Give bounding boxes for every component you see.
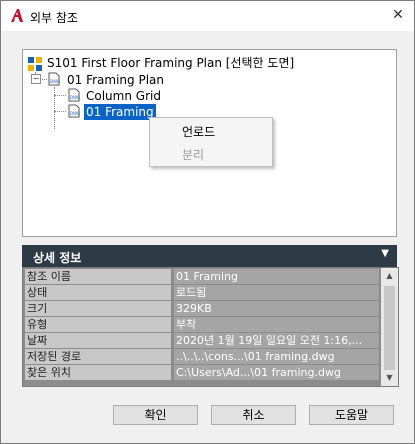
- tree-node-root-label: S101 First Floor Framing Plan [선택한 도면]: [47, 56, 295, 70]
- details-value: 로드됨: [174, 285, 379, 300]
- details-key: 유형: [25, 317, 171, 332]
- scrollbar-thumb[interactable]: [384, 286, 395, 370]
- details-value: 부착: [174, 317, 379, 332]
- dwg-file-icon: DWG: [48, 72, 60, 86]
- details-row: 날짜 2020년 1월 19일 일요일 오전 1:16,...: [23, 332, 379, 348]
- scroll-up-icon[interactable]: ▲: [381, 268, 398, 284]
- details-key: 저장된 경로: [25, 349, 171, 364]
- details-value: C:\Users\Ad...\01 framing.dwg: [174, 365, 379, 380]
- details-value: 329KB: [174, 301, 379, 316]
- details-row: 상태 로드됨: [23, 284, 379, 300]
- context-menu: 언로드 분리: [149, 117, 273, 167]
- tree-node-child-label: 01 Framing Plan: [67, 73, 164, 87]
- details-panel: 참조 이름 01 Framing 상태 로드됨 크기 329KB 유형 부착 날…: [22, 267, 399, 387]
- titlebar: 외부 참조 ✕: [1, 1, 414, 31]
- details-key: 크기: [25, 301, 171, 316]
- window-title: 외부 참조: [30, 11, 78, 25]
- details-key: 참조 이름: [25, 269, 171, 284]
- details-value: ..\..\..\cons...\01 framing.dwg: [174, 349, 379, 364]
- chevron-down-icon[interactable]: ▼: [381, 248, 389, 259]
- tree-node-column-grid-label: Column Grid: [86, 89, 161, 103]
- autocad-a-icon: [11, 9, 23, 22]
- details-header[interactable]: 상세 정보 ▼: [22, 245, 397, 267]
- tree-connector: [54, 95, 66, 96]
- details-row: 참조 이름 01 Framing: [23, 268, 379, 284]
- menu-item-unload[interactable]: 언로드: [182, 123, 215, 140]
- sheet-icon: [28, 57, 42, 71]
- close-button[interactable]: ✕: [390, 7, 406, 23]
- collapse-toggle[interactable]: −: [31, 74, 41, 84]
- details-scrollbar[interactable]: ▲ ▼: [381, 268, 398, 386]
- help-button[interactable]: 도움말: [309, 405, 394, 425]
- tree-connector: [54, 87, 55, 129]
- svg-text:DWG: DWG: [70, 111, 80, 116]
- tree-node-01-framing-label: 01 Framing: [84, 104, 156, 120]
- details-row: 크기 329KB: [23, 300, 379, 316]
- details-value: 2020년 1월 19일 일요일 오전 1:16,...: [174, 333, 379, 348]
- svg-text:DWG: DWG: [50, 79, 60, 84]
- cancel-button[interactable]: 취소: [211, 405, 296, 425]
- details-heading: 상세 정보: [33, 251, 82, 265]
- ok-button[interactable]: 확인: [113, 405, 198, 425]
- external-reference-dialog: 외부 참조 ✕ S101 First Floor Framing Plan [선…: [0, 0, 415, 444]
- details-key: 날짜: [25, 333, 171, 348]
- scroll-down-icon[interactable]: ▼: [381, 370, 398, 386]
- details-row: 유형 부착: [23, 316, 379, 332]
- details-row: 저장된 경로 ..\..\..\cons...\01 framing.dwg: [23, 348, 379, 364]
- menu-item-detach[interactable]: 분리: [182, 146, 204, 163]
- details-key: 찾은 위치: [25, 365, 171, 380]
- dwg-file-icon: DWG: [68, 88, 80, 102]
- details-key: 상태: [25, 285, 171, 300]
- tree-connector: [54, 111, 66, 112]
- dwg-file-icon: DWG: [68, 104, 80, 118]
- svg-text:DWG: DWG: [70, 95, 80, 100]
- details-row: 찾은 위치 C:\Users\Ad...\01 framing.dwg: [23, 364, 379, 380]
- details-value: 01 Framing: [174, 269, 379, 284]
